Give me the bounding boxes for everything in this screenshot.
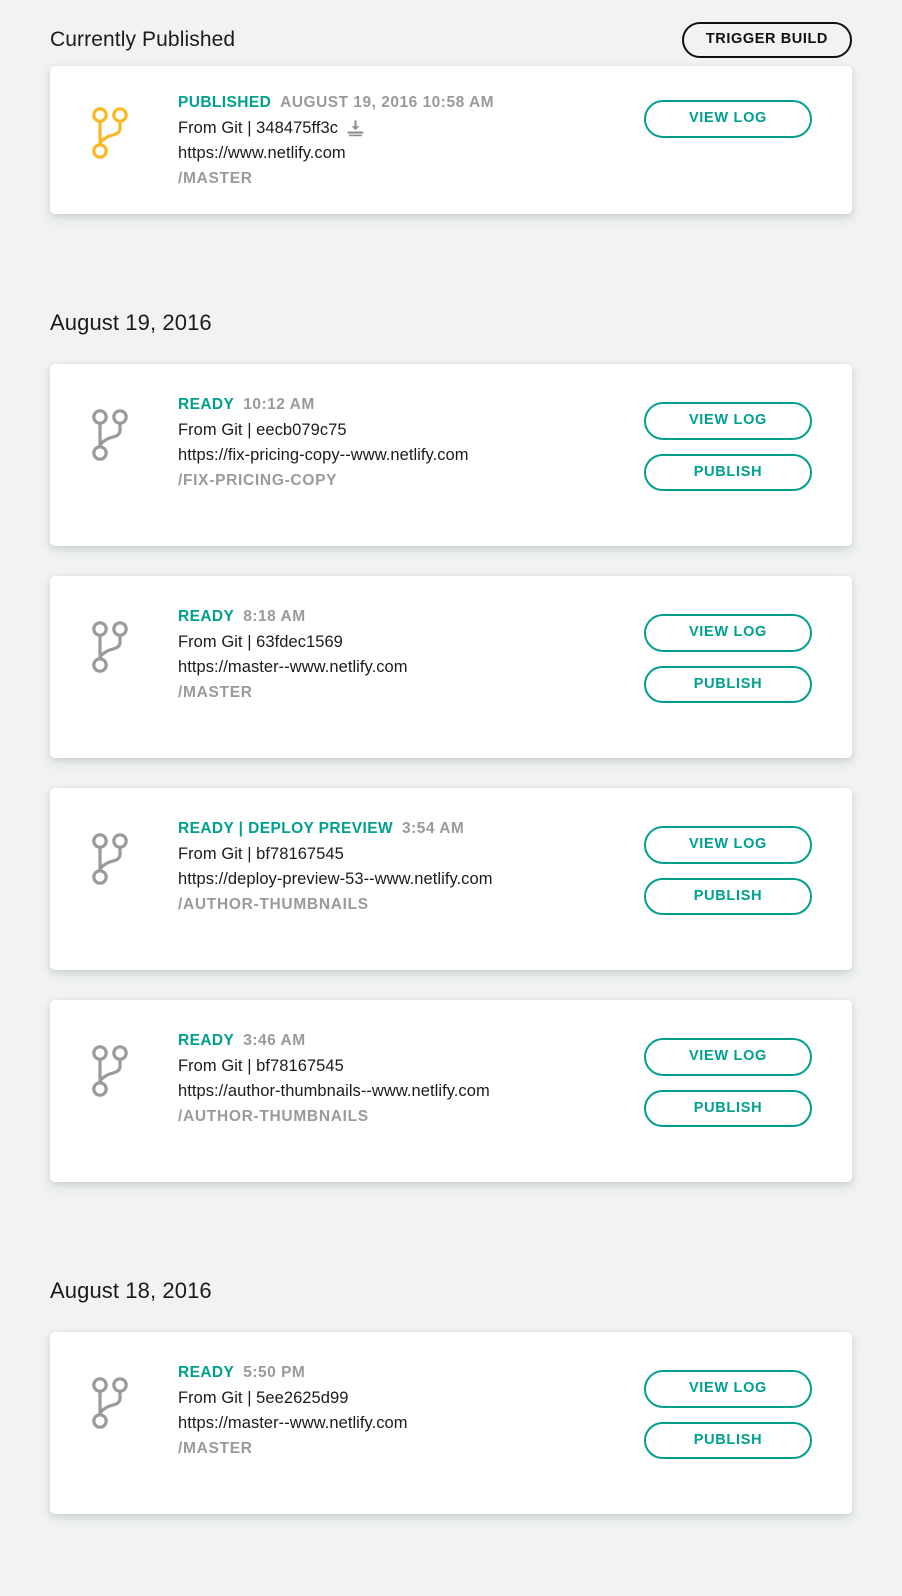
deploys-page: Currently Published TRIGGER BUILD PUBLIS…	[0, 0, 902, 1596]
deploy-url[interactable]: https://author-thumbnails--www.netlify.c…	[178, 1082, 644, 1101]
git-branch-icon	[90, 1030, 150, 1098]
status-badge: READY	[178, 396, 235, 413]
view-log-button[interactable]: VIEW LOG	[644, 100, 812, 138]
deploy-timestamp: AUGUST 19, 2016 10:58 AM	[280, 94, 495, 111]
deploy-source-line: From Git | bf78167545	[178, 1057, 644, 1076]
deploy-url[interactable]: https://deploy-preview-53--www.netlify.c…	[178, 870, 644, 889]
deploy-timestamp: 3:46 AM	[243, 1032, 306, 1049]
deploy-status-line: READY 8:18 AM	[178, 608, 644, 626]
deploy-card-body: READY 10:12 AM From Git | eecb079c75 https:…	[150, 394, 644, 490]
date-section-heading: August 19, 2016	[50, 310, 212, 335]
view-log-button[interactable]: VIEW LOG	[644, 826, 812, 864]
publish-button[interactable]: PUBLISH	[644, 1089, 812, 1127]
deploy-card-actions: VIEW LOG PUBLISH	[644, 394, 812, 491]
deploy-url[interactable]: https://master--www.netlify.com	[178, 658, 644, 677]
git-branch-icon	[90, 818, 150, 886]
heading-spacer	[50, 336, 852, 364]
deploy-source-line: From Git | bf78167545	[178, 845, 644, 864]
download-icon[interactable]	[347, 120, 364, 137]
git-branch-icon	[90, 394, 150, 462]
deploy-card[interactable]: PUBLISHED AUGUST 19, 2016 10:58 AM From Gi…	[50, 66, 852, 214]
status-badge: PUBLISHED	[178, 94, 272, 111]
deploy-source-line: From Git | 348475ff3c	[178, 119, 644, 138]
deploy-card-actions: VIEW LOG PUBLISH	[644, 818, 812, 915]
deploy-commit: From Git | eecb079c75	[178, 421, 347, 439]
page-header: Currently Published TRIGGER BUILD	[50, 0, 852, 66]
status-badge: READY | DEPLOY PREVIEW	[178, 820, 393, 837]
deploy-card-body: READY 3:46 AM From Git | bf78167545 https:/…	[150, 1030, 644, 1126]
publish-button[interactable]: PUBLISH	[644, 877, 812, 915]
deploy-timestamp: 3:54 AM	[401, 820, 465, 837]
view-log-button[interactable]: VIEW LOG	[644, 614, 812, 652]
deploy-card-body: READY 8:18 AM From Git | 63fdec1569 https:/…	[150, 606, 644, 702]
deploy-timestamp: 5:50 PM	[243, 1364, 306, 1381]
deploy-card-body: PUBLISHED AUGUST 19, 2016 10:58 AM From Gi…	[150, 92, 644, 188]
deploy-branch: /MASTER	[178, 684, 253, 701]
deploy-url[interactable]: https://master--www.netlify.com	[178, 1414, 644, 1433]
view-log-button[interactable]: VIEW LOG	[644, 1038, 812, 1076]
deploy-status-line: PUBLISHED AUGUST 19, 2016 10:58 AM	[178, 94, 644, 112]
deploy-branch: /MASTER	[178, 170, 253, 187]
git-branch-icon	[90, 1362, 150, 1430]
publish-button[interactable]: PUBLISH	[644, 453, 812, 491]
publish-button[interactable]: PUBLISH	[644, 665, 812, 703]
deploy-commit: From Git | bf78167545	[178, 1057, 344, 1075]
deploy-card-body: READY | DEPLOY PREVIEW 3:54 AM From Git | …	[150, 818, 644, 914]
trigger-build-button[interactable]: TRIGGER BUILD	[681, 22, 852, 58]
deploy-url[interactable]: https://fix-pricing-copy--www.netlify.co…	[178, 446, 644, 465]
deploy-status-line: READY 5:50 PM	[178, 1364, 644, 1382]
deploy-url[interactable]: https://www.netlify.com	[178, 144, 644, 163]
deploy-branch: /AUTHOR-THUMBNAILS	[178, 1108, 369, 1125]
deploy-card-actions: VIEW LOG PUBLISH	[644, 1030, 812, 1127]
status-badge: READY	[178, 1364, 235, 1381]
deploy-source-line: From Git | 63fdec1569	[178, 633, 644, 652]
page-title: Currently Published	[50, 28, 236, 51]
deploy-commit: From Git | 63fdec1569	[178, 633, 343, 651]
deploy-timestamp: 10:12 AM	[243, 396, 315, 413]
deploy-card[interactable]: READY 5:50 PM From Git | 5ee2625d99 https:/…	[50, 1332, 852, 1514]
deploy-status-line: READY 3:46 AM	[178, 1032, 644, 1050]
deploy-card[interactable]: READY 3:46 AM From Git | bf78167545 https:/…	[50, 1000, 852, 1182]
deploy-list: READY 10:12 AM From Git | eecb079c75 https:…	[50, 364, 852, 1182]
deploy-status-line: READY 10:12 AM	[178, 396, 644, 414]
publish-button[interactable]: PUBLISH	[644, 1421, 812, 1459]
deploy-card[interactable]: READY 10:12 AM From Git | eecb079c75 https:…	[50, 364, 852, 546]
deploy-timestamp: 8:18 AM	[243, 608, 306, 625]
deploy-branch: /FIX-PRICING-COPY	[178, 472, 338, 489]
git-branch-icon	[90, 92, 150, 160]
deploy-card-actions: VIEW LOG	[644, 92, 812, 138]
deploys-content: PUBLISHED AUGUST 19, 2016 10:58 AM From Gi…	[50, 66, 852, 1514]
deploy-card-actions: VIEW LOG PUBLISH	[644, 1362, 812, 1459]
deploy-commit: From Git | bf78167545	[178, 845, 344, 863]
view-log-button[interactable]: VIEW LOG	[644, 1370, 812, 1408]
currently-published-section: PUBLISHED AUGUST 19, 2016 10:58 AM From Gi…	[50, 66, 852, 214]
deploy-source-line: From Git | 5ee2625d99	[178, 1389, 644, 1408]
view-log-button[interactable]: VIEW LOG	[644, 402, 812, 440]
deploy-list: READY 5:50 PM From Git | 5ee2625d99 https:/…	[50, 1332, 852, 1514]
deploy-commit: From Git | 5ee2625d99	[178, 1389, 349, 1407]
status-badge: READY	[178, 608, 235, 625]
deploy-card-body: READY 5:50 PM From Git | 5ee2625d99 https:/…	[150, 1362, 644, 1458]
deploy-branch: /AUTHOR-THUMBNAILS	[178, 896, 369, 913]
status-badge: READY	[178, 1032, 235, 1049]
deploy-card-actions: VIEW LOG PUBLISH	[644, 606, 812, 703]
date-section-heading: August 18, 2016	[50, 1278, 212, 1303]
deploy-source-line: From Git | eecb079c75	[178, 421, 644, 440]
deploy-commit: From Git | 348475ff3c	[178, 119, 339, 137]
heading-spacer	[50, 1304, 852, 1332]
deploy-card[interactable]: READY | DEPLOY PREVIEW 3:54 AM From Git | …	[50, 788, 852, 970]
deploy-branch: /MASTER	[178, 1440, 253, 1457]
deploy-status-line: READY | DEPLOY PREVIEW 3:54 AM	[178, 820, 644, 838]
git-branch-icon	[90, 606, 150, 674]
deploy-card[interactable]: READY 8:18 AM From Git | 63fdec1569 https:/…	[50, 576, 852, 758]
